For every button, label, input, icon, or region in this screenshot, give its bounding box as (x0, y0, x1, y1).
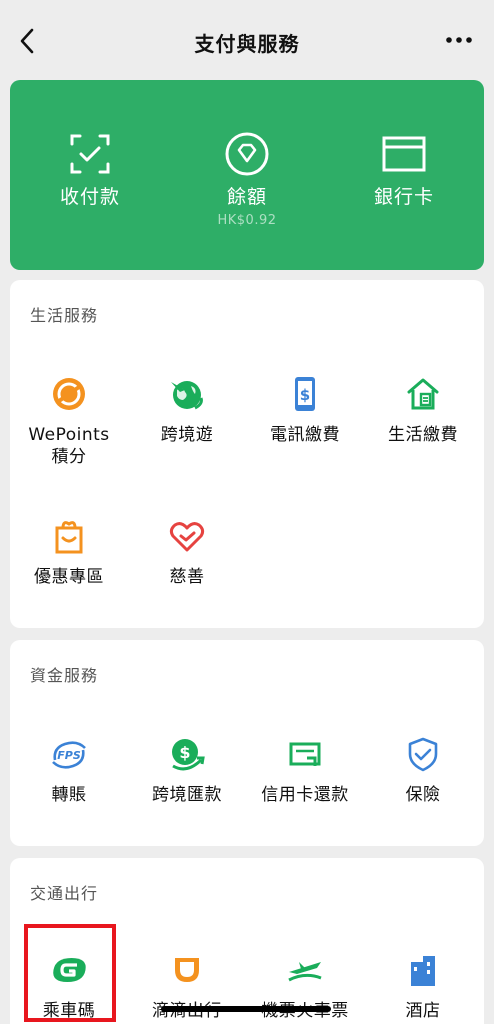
service-label: 轉賬 (51, 785, 87, 805)
service-utility-bill[interactable]: 生活繳費 (364, 374, 482, 446)
more-horizontal-icon (446, 37, 472, 43)
bank-card-icon (382, 136, 426, 172)
service-insurance[interactable]: 保險 (364, 734, 482, 806)
wallet-item-label: 收付款 (59, 186, 120, 208)
wallet-item-label: 餘額 (226, 186, 267, 208)
service-charity[interactable]: 慈善 (128, 516, 246, 588)
section-title: 資金服務 (30, 666, 99, 685)
life-services-section: 生活服務 WePoints 積分 跨境遊 $ 電訊繳費 生活繳費 優惠專區 慈善 (10, 280, 484, 628)
service-telecom-bill[interactable]: $ 電訊繳費 (246, 374, 364, 446)
wepoints-icon (53, 378, 85, 410)
service-label: 信用卡還款 (261, 785, 349, 805)
fps-icon: FPS (52, 741, 86, 769)
wallet-item-pay[interactable]: 收付款 (20, 130, 160, 209)
service-label: 跨境遊 (160, 425, 214, 445)
service-credit-card-repay[interactable]: 信用卡還款 (246, 734, 364, 806)
service-label: 生活繳費 (388, 425, 458, 445)
plane-train-icon (288, 962, 322, 982)
wallet-item-bank-card[interactable]: 銀行卡 (334, 130, 474, 209)
page-title: 支付與服務 (194, 32, 300, 56)
service-label: 酒店 (405, 1001, 441, 1021)
payment-services-page: 支付與服務 收付款 餘額 HK$0.92 銀行卡 生活服務 WePoints 積… (0, 0, 494, 1024)
wallet-item-balance[interactable]: 餘額 HK$0.92 (177, 130, 317, 228)
nav-bar: 支付與服務 (0, 0, 494, 80)
gift-bag-icon (55, 521, 83, 554)
balance-amount: HK$0.92 (217, 213, 277, 228)
scan-check-icon (70, 134, 110, 174)
highlight-box (24, 924, 116, 1022)
home-indicator (161, 1006, 331, 1012)
svg-text:$: $ (300, 386, 310, 404)
section-title: 交通出行 (30, 884, 99, 903)
service-label: 保險 (405, 785, 441, 805)
service-label: 慈善 (169, 567, 205, 587)
more-button[interactable] (444, 30, 474, 50)
service-cross-border-travel[interactable]: 跨境遊 (128, 374, 246, 446)
section-title: 生活服務 (30, 306, 99, 325)
wallet-item-label: 銀行卡 (373, 186, 434, 208)
service-label: 優惠專區 (34, 567, 104, 587)
diamond-coin-icon (225, 132, 269, 176)
hotel-building-icon (411, 956, 435, 986)
svg-text:$: $ (179, 743, 190, 762)
house-bill-icon (407, 378, 439, 410)
service-label: WePoints 積分 (28, 425, 110, 467)
service-label: 電訊繳費 (270, 425, 340, 445)
service-wepoints[interactable]: WePoints 積分 (10, 374, 128, 468)
wallet-card: 收付款 餘額 HK$0.92 銀行卡 (10, 80, 484, 270)
phone-dollar-icon: $ (295, 377, 315, 411)
svg-text:FPS: FPS (57, 749, 81, 762)
finance-services-section: 資金服務 FPS 轉賬 $ 跨境匯款 信用卡還款 保險 (10, 640, 484, 846)
service-hotel[interactable]: 酒店 (364, 950, 482, 1022)
service-cross-border-remit[interactable]: $ 跨境匯款 (128, 734, 246, 806)
didi-icon (175, 958, 199, 982)
heart-hands-icon (169, 522, 205, 552)
service-offers[interactable]: 優惠專區 (10, 516, 128, 588)
dollar-transfer-icon: $ (172, 739, 205, 771)
service-label: 跨境匯款 (152, 785, 222, 805)
credit-card-icon (289, 742, 321, 766)
shield-check-icon (408, 737, 438, 772)
service-transfer[interactable]: FPS 轉賬 (10, 734, 128, 806)
globe-plane-icon (171, 381, 203, 410)
